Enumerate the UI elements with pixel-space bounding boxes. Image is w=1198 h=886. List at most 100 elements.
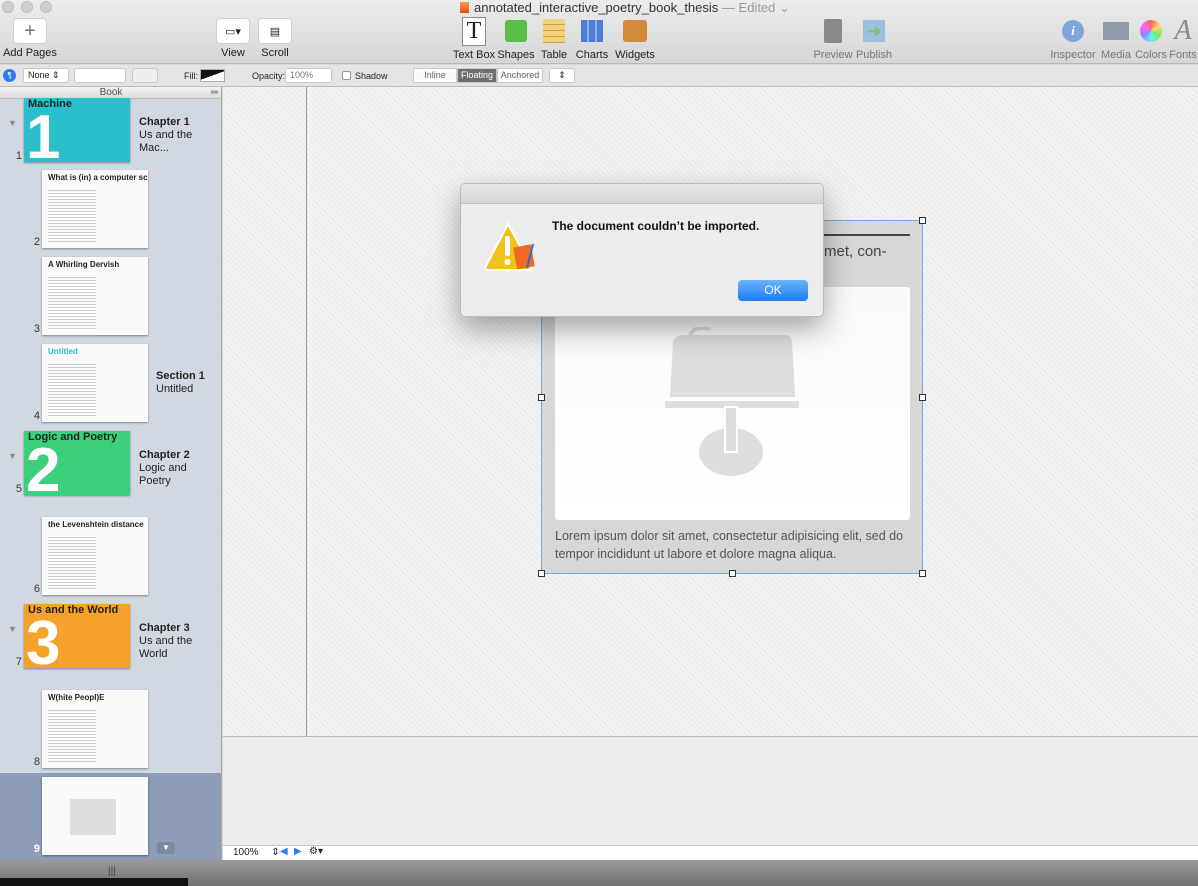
thumbnail-title: A Whirling Dervish (48, 260, 120, 269)
paragraph-styles-icon[interactable]: ¶ (3, 69, 16, 82)
page-thumbnail[interactable]: Machine 1 (24, 98, 130, 162)
wrap-options-select[interactable]: ⇕ (549, 68, 575, 83)
page-number: 8 (33, 756, 40, 768)
scroll-down-button[interactable]: ▼ (157, 842, 175, 854)
thumbnail-number: 1 (26, 103, 61, 163)
page-thumbnail[interactable]: the Levenshtein distance (42, 517, 148, 595)
page-number: 1 (15, 150, 22, 162)
style-select[interactable]: None ⇕ (23, 68, 69, 83)
toolbar: annotated_interactive_poetry_book_thesis… (0, 0, 1198, 64)
sidebar-title: Book (99, 87, 123, 98)
thumbnail-title (42, 777, 148, 783)
zoom-select[interactable]: 100% ⇕ (233, 847, 280, 858)
next-page-icon[interactable]: ▶ (294, 846, 302, 857)
thumbnail-title: Untitled (48, 347, 78, 356)
add-pages-button[interactable]: + Add Pages (0, 18, 60, 59)
canvas-margin (223, 737, 1198, 845)
page-thumbnail[interactable]: W(hite Peopl)E (42, 690, 148, 768)
disclosure-triangle-icon[interactable]: ▼ (8, 451, 17, 461)
page-number: 5 (15, 483, 22, 495)
page-thumbnail[interactable]: Logic and Poetry 2 (24, 431, 130, 495)
resize-handle[interactable] (919, 570, 926, 577)
page-thumbnail[interactable]: Untitled (42, 344, 148, 422)
zoom-window-button[interactable] (40, 1, 52, 13)
dialog-message: The document couldn’t be imported. (552, 219, 760, 233)
resize-handle[interactable] (919, 217, 926, 224)
page-number: 4 (33, 410, 40, 422)
chapter-subtitle: Us and the World (139, 635, 193, 660)
widgets-button[interactable]: Widgets (605, 16, 665, 61)
section-subtitle: Untitled (156, 383, 194, 395)
keynote-placeholder[interactable] (555, 287, 910, 520)
chapter-title: Chapter 1 (139, 116, 190, 128)
floating-segment[interactable]: Floating (457, 68, 497, 83)
page-number: 7 (15, 656, 22, 668)
gear-icon[interactable]: ⚙▾ (309, 846, 323, 857)
resize-handle[interactable] (919, 394, 926, 401)
format-bar: ¶ None ⇕ Fill: Opacity: 100% Shadow Inli… (0, 65, 1198, 87)
chapter-title: Chapter 3 (139, 622, 190, 634)
page-number: 9 (33, 843, 40, 855)
page-number: 6 (33, 583, 40, 595)
page-thumbnail[interactable]: What is (in) a computer screen (42, 170, 148, 248)
background-window-strip: ||| (0, 860, 1198, 886)
add-pages-label: Add Pages (3, 47, 57, 59)
publish-icon: ➜ (844, 16, 904, 46)
chapter-subtitle: Us and the Mac... (139, 129, 193, 154)
publish-label: Publish (855, 49, 893, 61)
opacity-value: 100% (290, 70, 314, 80)
widgets-label: Widgets (615, 49, 655, 61)
opacity-field[interactable]: 100% (285, 68, 332, 83)
thumbnail-title: What is (in) a computer screen (48, 173, 148, 182)
page-thumbnail[interactable]: A Whirling Dervish (42, 257, 148, 335)
scroll-icon: ▤ (258, 18, 292, 44)
plus-icon: + (13, 18, 47, 44)
scroll-label: Scroll (261, 47, 289, 59)
inline-segment[interactable]: Inline (413, 68, 457, 83)
window-title: annotated_interactive_poetry_book_thesis… (460, 0, 790, 16)
resize-handle[interactable] (538, 394, 545, 401)
warning-icon (484, 222, 535, 271)
edited-status[interactable]: — Edited (722, 0, 775, 15)
thumbnail-number: 2 (26, 436, 61, 496)
shadow-checkbox[interactable] (342, 71, 351, 80)
chapter-subtitle: Logic and Poetry (139, 462, 187, 487)
ok-button[interactable]: OK (738, 280, 808, 301)
fill-color-well[interactable] (200, 69, 225, 82)
zoom-value: 100% (233, 847, 259, 858)
resize-handle[interactable] (538, 570, 545, 577)
disclosure-triangle-icon[interactable]: ▼ (8, 118, 17, 128)
stroke-color-well[interactable] (132, 68, 158, 83)
widgets-icon (605, 16, 665, 46)
resize-handle[interactable] (729, 570, 736, 577)
keynote-podium-icon (665, 327, 799, 476)
fonts-label: Fonts (1169, 49, 1197, 61)
section-title: Section 1 (156, 370, 205, 382)
close-window-button[interactable] (2, 1, 14, 13)
fill-label: Fill: (184, 71, 198, 81)
minimize-window-button[interactable] (21, 1, 33, 13)
fonts-button[interactable]: A Fonts (1158, 15, 1198, 61)
widget-title-text: met, con- (824, 243, 887, 260)
widget-caption: Lorem ipsum dolor sit amet, consectetur … (555, 529, 904, 561)
document-name: annotated_interactive_poetry_book_thesis (474, 0, 719, 15)
bottom-bar: 100% ⇕ ◀ ▶ ⚙▾ (223, 845, 1198, 860)
page-number: 3 (33, 323, 40, 335)
line-style-select[interactable] (74, 68, 126, 83)
chapter-title: Chapter 2 (139, 449, 190, 461)
document-icon (460, 2, 469, 13)
page-number: 2 (33, 236, 40, 248)
import-error-dialog: The document couldn’t be imported. OK (460, 183, 824, 317)
page-thumbnail[interactable] (42, 777, 148, 855)
fonts-icon: A (1174, 15, 1192, 46)
book-sidebar: Book ═ ▼ Machine 1 1 Chapter 1 Us and the Mac.… (0, 87, 222, 860)
opacity-label: Opacity: (252, 71, 286, 81)
publish-button[interactable]: ➜ Publish (844, 16, 904, 61)
page-thumbnail[interactable]: Us and the World 3 (24, 604, 130, 668)
anchored-segment[interactable]: Anchored (497, 68, 543, 83)
previous-page-icon[interactable]: ◀ (280, 846, 288, 857)
scroll-button[interactable]: ▤ Scroll (245, 18, 305, 59)
thumbnail-title: the Levenshtein distance (48, 520, 144, 529)
page-edge (306, 87, 307, 737)
disclosure-triangle-icon[interactable]: ▼ (8, 624, 17, 634)
